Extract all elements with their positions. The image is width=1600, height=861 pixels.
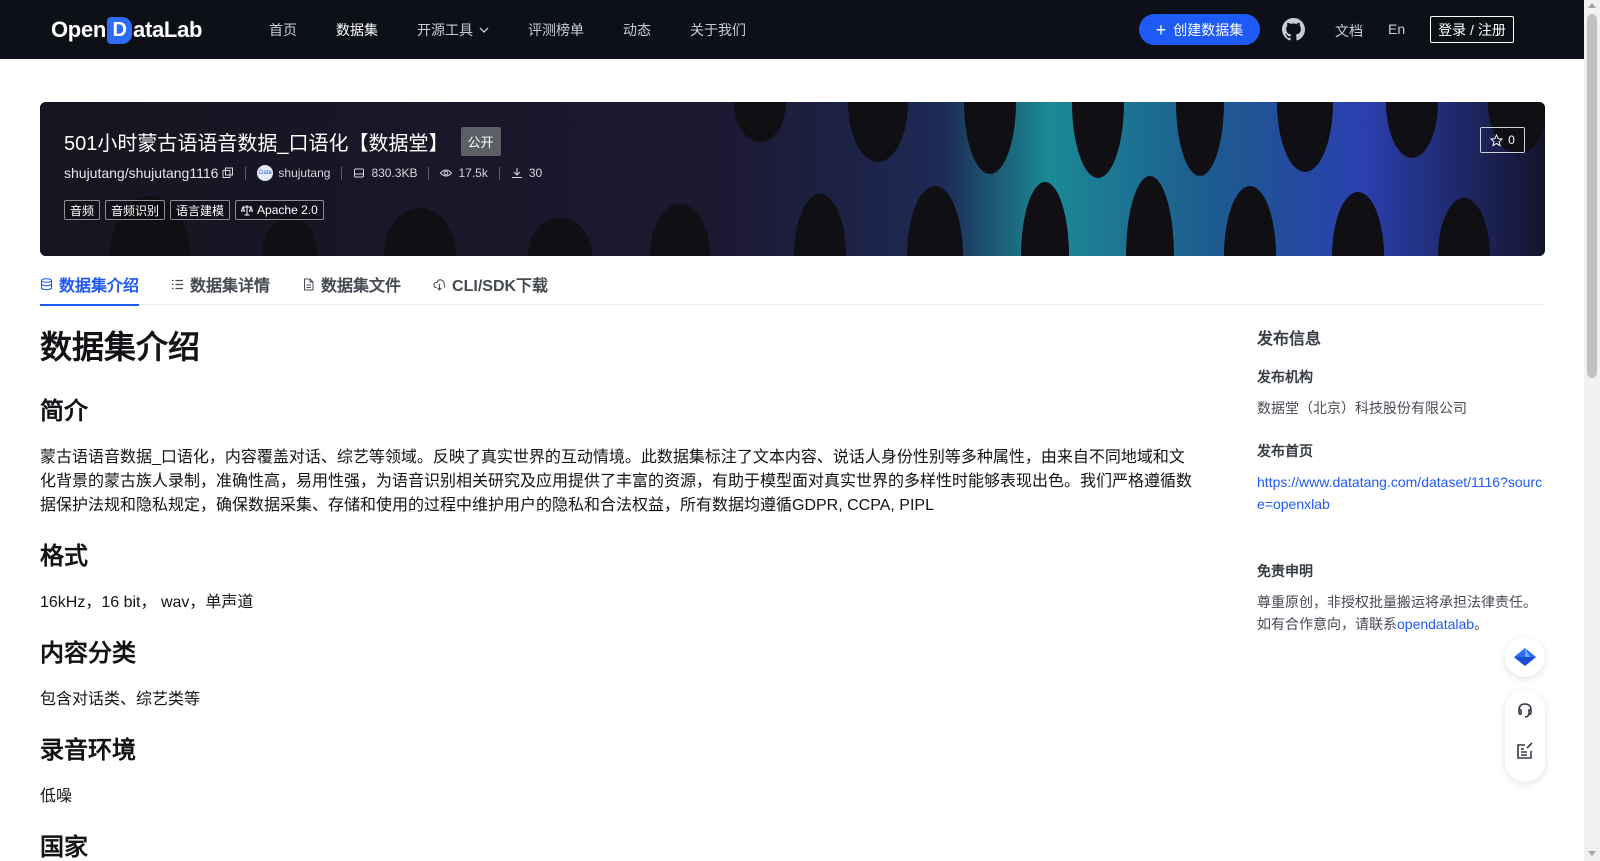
nav-datasets[interactable]: 数据集	[336, 20, 378, 40]
disclaimer-end: 。	[1474, 616, 1489, 632]
tab-label: 数据集介绍	[59, 278, 140, 295]
dataset-title-row: 501小时蒙古语语音数据_口语化【数据堂】 公开	[64, 127, 501, 156]
license-tag[interactable]: Apache 2.0	[235, 200, 324, 220]
star-count: 0	[1508, 133, 1515, 147]
section-heading: 格式	[40, 543, 88, 570]
meta-divider	[428, 166, 430, 180]
disclaimer-text: 尊重原创，非授权批量搬运将承担法律责任。如有合作意向，请联系opendatala…	[1257, 591, 1547, 635]
contact-link[interactable]: opendatalab	[1397, 616, 1474, 632]
tab-dataset-files[interactable]: 数据集文件	[302, 263, 401, 305]
dataset-intro-content: 数据集介绍 简介 蒙古语语音数据_口语化，内容覆盖对话、综艺等领域。反映了真实世…	[40, 325, 1195, 861]
eye-icon	[440, 169, 453, 177]
login-register-button[interactable]: 登录 / 注册	[1430, 16, 1514, 43]
feedback-edit-icon[interactable]	[1515, 741, 1535, 761]
section-text: 蒙古语语音数据_口语化，内容覆盖对话、综艺等领域。反映了真实世界的互动情境。此数…	[40, 449, 1193, 514]
homepage-link[interactable]: https://www.datatang.com/dataset/1116?so…	[1257, 471, 1547, 515]
owner-name[interactable]: shujutang	[278, 166, 330, 180]
meta-divider	[498, 166, 500, 180]
page-scrollbar[interactable]	[1584, 0, 1600, 861]
main-nav: 首页 数据集 开源工具 评测榜单 动态 关于我们	[269, 0, 785, 59]
list-icon	[172, 279, 184, 289]
diamond-logo-icon	[1514, 648, 1536, 666]
tab-label: CLI/SDK下载	[452, 278, 549, 295]
view-count: 17.5k	[458, 166, 488, 180]
database-icon	[41, 277, 52, 290]
create-dataset-label: 创建数据集	[1173, 21, 1244, 38]
nav-open-tools-label: 开源工具	[417, 21, 473, 38]
headset-support-icon[interactable]	[1515, 701, 1535, 721]
owner-avatar[interactable]: Data	[257, 165, 274, 181]
publisher-label: 发布机构	[1257, 369, 1313, 385]
file-icon	[304, 278, 314, 290]
nav-leaderboard[interactable]: 评测榜单	[528, 20, 584, 40]
logo-text-prefix: Open	[51, 17, 107, 42]
scroll-down-arrow-icon[interactable]	[1588, 851, 1596, 856]
section-text: 低噪	[40, 788, 73, 805]
homepage-label: 发布首页	[1257, 443, 1313, 459]
copy-icon[interactable]	[222, 167, 234, 179]
floating-brand-button[interactable]	[1505, 637, 1545, 677]
section-heading: 录音环境	[40, 737, 136, 764]
nav-open-tools[interactable]: 开源工具	[417, 20, 489, 40]
storage-icon	[354, 168, 365, 178]
dataset-title: 501小时蒙古语语音数据_口语化【数据堂】	[64, 133, 449, 155]
opendatalab-logo[interactable]: Open D ataLab	[51, 14, 202, 46]
dataset-size: 830.3KB	[371, 166, 418, 180]
dataset-tags: 音频 音频识别 语言建模 Apache 2.0	[64, 200, 329, 220]
star-button[interactable]: 0	[1480, 127, 1525, 153]
disclaimer-label: 免责申明	[1257, 563, 1313, 579]
nav-news[interactable]: 动态	[623, 20, 651, 40]
publisher-value: 数据堂（北京）科技股份有限公司	[1257, 400, 1467, 416]
section-heading: 简介	[40, 398, 88, 425]
section-text: 16kHz，16 bit， wav，单声道	[40, 594, 254, 611]
visibility-badge: 公开	[460, 127, 501, 156]
logo-text-suffix: ataLab	[133, 17, 203, 42]
github-icon[interactable]	[1282, 18, 1305, 41]
meta-divider	[245, 166, 247, 180]
license-label: Apache 2.0	[257, 203, 318, 217]
dataset-meta-row: shujutang/shujutang1116 Data shujutang 8…	[64, 165, 542, 181]
tag-item[interactable]: 语言建模	[170, 200, 231, 220]
publish-info-title: 发布信息	[1257, 331, 1322, 348]
language-switch[interactable]: En	[1388, 21, 1405, 37]
dataset-tabs: 数据集介绍 数据集详情 数据集文件 CLI/SDK下载	[40, 263, 1545, 306]
nav-about[interactable]: 关于我们	[690, 20, 746, 40]
download-icon	[511, 168, 522, 178]
cloud-download-icon	[433, 278, 446, 291]
floating-action-group	[1505, 690, 1545, 782]
create-dataset-button[interactable]: + 创建数据集	[1139, 14, 1260, 45]
tag-item[interactable]: 音频识别	[105, 200, 166, 220]
scroll-up-arrow-icon[interactable]	[1588, 3, 1596, 8]
tab-dataset-details[interactable]: 数据集详情	[171, 263, 270, 305]
tag-item[interactable]: 音频	[64, 200, 101, 220]
repo-path: shujutang/shujutang1116	[64, 165, 219, 181]
plus-icon: +	[1155, 19, 1167, 40]
star-icon	[1490, 133, 1504, 147]
download-count: 30	[528, 166, 543, 180]
top-navbar: Open D ataLab 首页 数据集 开源工具 评测榜单 动态 关于我们 +…	[0, 0, 1584, 59]
nav-home[interactable]: 首页	[269, 20, 297, 40]
nav-docs[interactable]: 文档	[1335, 21, 1363, 41]
publish-info-sidebar: 发布信息 发布机构 数据堂（北京）科技股份有限公司 发布首页 https://w…	[1257, 325, 1547, 635]
tab-label: 数据集详情	[190, 278, 271, 295]
tab-label: 数据集文件	[321, 278, 402, 295]
tab-cli-sdk-download[interactable]: CLI/SDK下载	[433, 263, 548, 305]
chevron-down-icon	[479, 27, 489, 33]
section-heading: 内容分类	[40, 640, 136, 667]
page-title: 数据集介绍	[40, 329, 201, 365]
section-text: 包含对话类、综艺类等	[40, 691, 201, 708]
meta-divider	[341, 166, 343, 180]
scrollbar-thumb[interactable]	[1587, 14, 1597, 378]
tab-dataset-intro[interactable]: 数据集介绍	[40, 263, 140, 306]
logo-d-mark: D	[107, 16, 133, 44]
section-heading: 国家	[40, 834, 88, 861]
scale-icon	[241, 205, 254, 216]
